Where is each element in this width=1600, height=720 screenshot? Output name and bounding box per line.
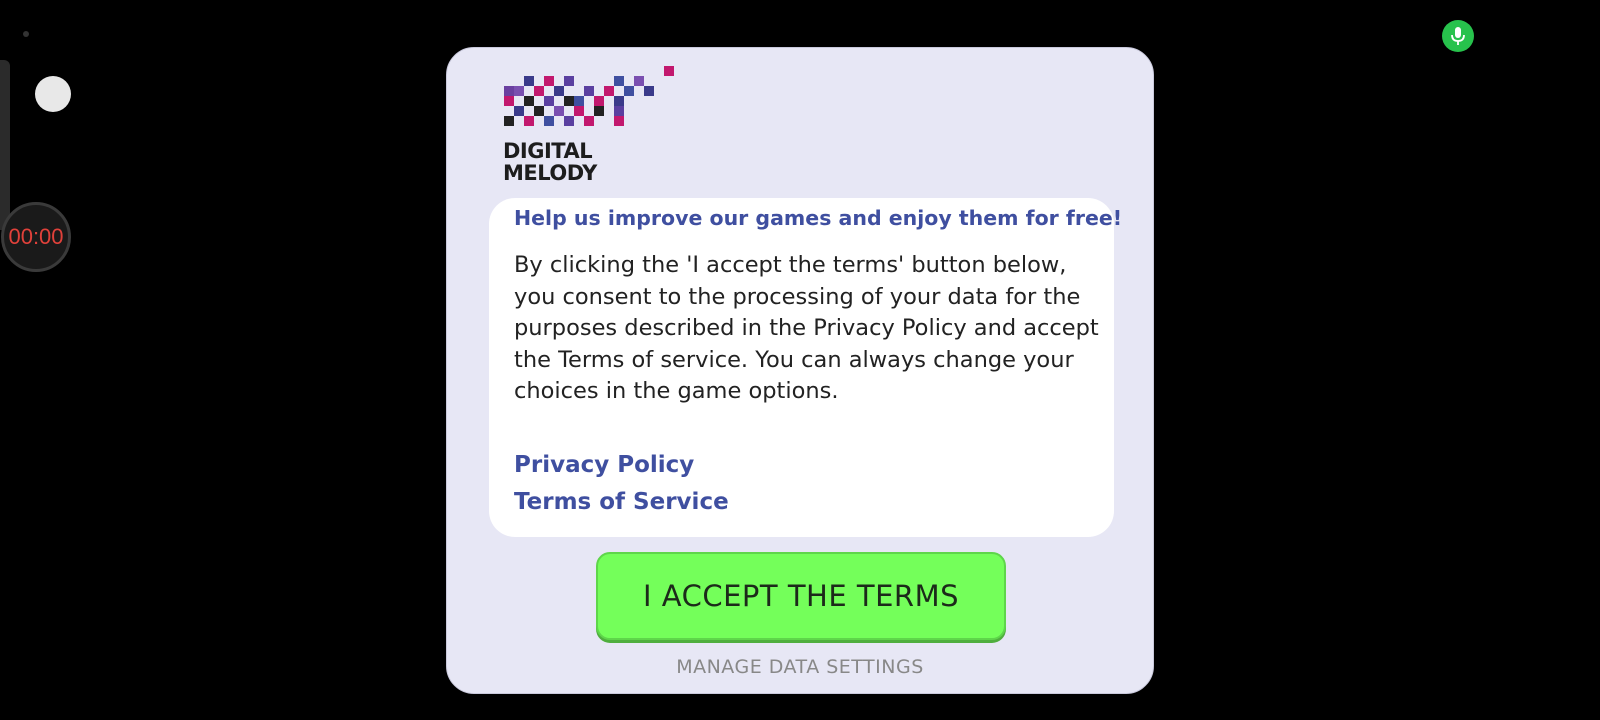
logo-pixel (554, 106, 564, 116)
logo-pixel (504, 96, 514, 106)
logo-pixel (614, 116, 624, 126)
manage-data-settings-link[interactable]: MANAGE DATA SETTINGS (447, 656, 1153, 678)
logo-pixel (564, 76, 574, 86)
side-rail[interactable] (0, 60, 10, 230)
logo-pixel (534, 86, 544, 96)
logo-pixel (664, 66, 674, 76)
logo-line-2: MELODY (503, 161, 597, 185)
logo-pixel (554, 86, 564, 96)
floating-ball-button[interactable] (35, 76, 71, 112)
logo-pixel (524, 76, 534, 86)
logo-pixel (514, 86, 524, 96)
logo-wordmark: DIGITAL MELODY (503, 140, 597, 184)
logo-pixel (504, 116, 514, 126)
logo-pixel (594, 96, 604, 106)
logo-pixel (524, 116, 534, 126)
logo-pixel (614, 76, 624, 86)
logo-pixel (614, 96, 624, 106)
logo-pixel (584, 116, 594, 126)
terms-card: Help us improve our games and enjoy them… (489, 198, 1122, 537)
terms-of-service-link[interactable]: Terms of Service (514, 489, 729, 515)
headline: Help us improve our games and enjoy them… (514, 206, 1123, 230)
accept-terms-label: I ACCEPT THE TERMS (642, 579, 960, 613)
logo-pixel (514, 106, 524, 116)
consent-text: By clicking the 'I accept the terms' but… (514, 252, 1099, 404)
logo-pixel (644, 86, 654, 96)
logo-pixel (534, 106, 544, 116)
timer-text: 00:00 (8, 224, 64, 249)
consent-dialog: DIGITAL MELODY Help us improve our games… (446, 47, 1154, 694)
logo-pixel (544, 96, 554, 106)
accept-terms-button[interactable]: I ACCEPT THE TERMS (596, 552, 1006, 640)
logo-pixel (604, 86, 614, 96)
logo-pixel (524, 96, 534, 106)
logo-pixel (634, 76, 644, 86)
logo-pixel (624, 86, 634, 96)
logo-pixel (564, 116, 574, 126)
logo-pixel (574, 106, 584, 116)
recording-timer[interactable]: 00:00 (1, 202, 71, 272)
logo-pixel (564, 96, 574, 106)
camera-dot (23, 31, 29, 37)
microphone-icon[interactable] (1442, 20, 1474, 52)
logo-line-1: DIGITAL (503, 139, 593, 163)
logo-pixel (574, 96, 584, 106)
logo-pixel (544, 76, 554, 86)
privacy-policy-link[interactable]: Privacy Policy (514, 452, 694, 478)
logo-pixel (544, 116, 554, 126)
logo-pixel (594, 106, 604, 116)
logo-pixel (504, 86, 514, 96)
logo-pixel (584, 86, 594, 96)
logo-pixel (614, 106, 624, 116)
